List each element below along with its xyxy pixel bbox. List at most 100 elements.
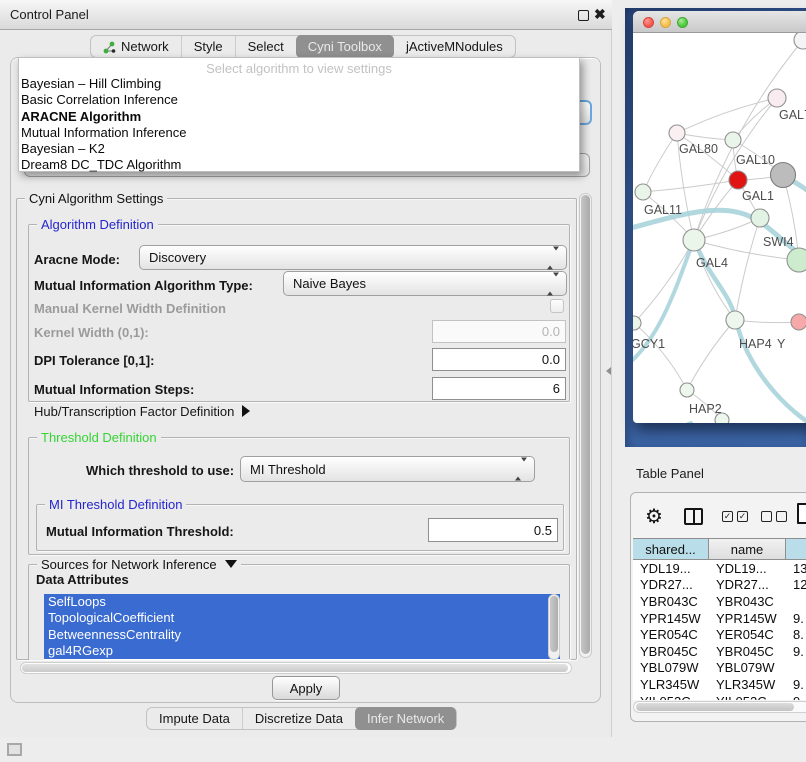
table-cell: YBL079W <box>709 660 786 675</box>
algorithm-option[interactable]: ARACNE Algorithm <box>19 109 579 125</box>
mi-steps-field[interactable]: 6 <box>432 377 566 400</box>
manual-kernel-label: Manual Kernel Width Definition <box>34 301 226 316</box>
select-all-checkbox-icon[interactable]: ✓ <box>722 511 733 522</box>
mi-threshold-field[interactable]: 0.5 <box>428 518 558 542</box>
table-row[interactable]: YER054CYER054C8. <box>633 626 806 643</box>
zoom-traffic-light-icon[interactable] <box>677 17 688 28</box>
network-edge[interactable] <box>687 320 735 390</box>
network-edge[interactable] <box>643 180 738 192</box>
column-header-shared-name[interactable]: shared... <box>633 538 709 560</box>
table-row[interactable]: YDL19...YDL19...13 <box>633 560 806 577</box>
expanded-arrow-icon <box>225 560 237 568</box>
deselect-all-checkbox-icon[interactable] <box>761 511 772 522</box>
network-node[interactable] <box>794 33 806 49</box>
bottom-left-grip-icon[interactable] <box>7 743 22 756</box>
mi-steps-label: Mutual Information Steps: <box>34 382 194 397</box>
which-threshold-combo[interactable]: MI Threshold <box>240 456 535 482</box>
table-row[interactable]: YDR27...YDR27...12 <box>633 577 806 594</box>
tab-impute-data[interactable]: Impute Data <box>147 708 242 729</box>
column-header-partial[interactable] <box>786 538 806 560</box>
deselect-all-checkbox-icon[interactable] <box>776 511 787 522</box>
algorithm-option[interactable]: Mutual Information Inference <box>19 125 579 141</box>
algorithm-option[interactable]: Bayesian – K2 <box>19 141 579 157</box>
network-node-gal80[interactable] <box>669 125 685 141</box>
data-attribute-item[interactable]: BetweennessCentrality <box>44 627 560 643</box>
float-window-icon[interactable] <box>578 10 589 21</box>
aracne-mode-label: Aracne Mode: <box>34 252 120 267</box>
hub-definition-expander[interactable]: Hub/Transcription Factor Definition <box>34 404 250 419</box>
settings-vertical-scrollbar-thumb[interactable] <box>581 195 590 654</box>
select-all-checkbox-icon[interactable]: ✓ <box>737 511 748 522</box>
network-edge[interactable] <box>677 98 777 133</box>
settings-vertical-scrollbar[interactable] <box>579 193 592 658</box>
table-row[interactable]: YBR045CYBR045C9. <box>633 643 806 660</box>
algorithm-option[interactable]: Bayesian – Hill Climbing <box>19 76 579 92</box>
tab-network[interactable]: Network <box>91 36 181 57</box>
tab-jactivemnodules[interactable]: jActiveMNodules <box>394 36 515 57</box>
network-node[interactable] <box>729 171 747 189</box>
network-node-gal10[interactable] <box>725 132 741 148</box>
network-node-gal4[interactable] <box>683 229 705 251</box>
apply-button[interactable]: Apply <box>272 676 340 700</box>
network-node-hap4[interactable] <box>726 311 744 329</box>
tab-select[interactable]: Select <box>235 36 296 57</box>
table-settings-gear-icon[interactable]: ⚙ <box>645 504 663 529</box>
network-node-swi4[interactable] <box>787 248 806 272</box>
network-edge[interactable] <box>735 320 799 323</box>
attributes-scrollbar-thumb[interactable] <box>550 596 558 652</box>
table-horizontal-scrollbar[interactable] <box>633 701 806 713</box>
close-traffic-light-icon[interactable] <box>643 17 654 28</box>
network-edge[interactable] <box>735 218 760 320</box>
tab-cyni-toolbox[interactable]: Cyni Toolbox <box>296 35 394 58</box>
export-table-icon[interactable] <box>797 503 806 524</box>
tab-infer-network[interactable]: Infer Network <box>355 707 456 730</box>
tab-discretize-data[interactable]: Discretize Data <box>242 708 355 729</box>
dpi-tolerance-field[interactable]: 0.0 <box>432 348 566 371</box>
table-cell: YDL19... <box>709 561 786 576</box>
network-node-gal11[interactable] <box>635 184 651 200</box>
table-row[interactable]: YIL052CYIL052C9. <box>633 693 806 700</box>
table-row[interactable]: YBL079WYBL079W <box>633 660 806 677</box>
table-cell: 9. <box>786 611 806 626</box>
algorithm-dropdown-list: Select algorithm to view settings Bayesi… <box>18 57 580 172</box>
network-window-titlebar[interactable] <box>633 11 806 33</box>
table-horizontal-scrollbar-thumb[interactable] <box>636 703 794 711</box>
aracne-mode-combo[interactable]: Discovery <box>139 245 567 270</box>
table-panel-title: Table Panel <box>636 466 704 481</box>
algorithm-option[interactable]: Dream8 DC_TDC Algorithm <box>19 157 579 173</box>
tab-label: Cyni Toolbox <box>308 39 382 54</box>
network-edge[interactable] <box>634 323 687 390</box>
network-window[interactable]: GAL7GAL80GAL10GAL11GAL1SWI4GAL4GCY1HAP4Y… <box>633 11 806 423</box>
network-node-gal7[interactable] <box>768 89 786 107</box>
kernel-width-field[interactable]: 0.0 <box>432 320 566 343</box>
sources-title[interactable]: Sources for Network Inference <box>37 557 241 572</box>
network-node-gal1[interactable] <box>751 209 769 227</box>
attributes-scrollbar[interactable] <box>548 594 560 660</box>
table-row[interactable]: YBR043CYBR043C <box>633 593 806 610</box>
combo-arrows-icon <box>515 462 527 477</box>
data-attribute-item[interactable]: TopologicalCoefficient <box>44 610 560 626</box>
tab-style[interactable]: Style <box>181 36 235 57</box>
data-attribute-item[interactable]: gal4RGexp <box>44 643 560 659</box>
table-row[interactable]: YLR345WYLR345W9. <box>633 676 806 693</box>
tab-label: Style <box>194 39 223 54</box>
mi-type-combo[interactable]: Naive Bayes <box>283 271 567 296</box>
table-row[interactable]: YPR145WYPR145W9. <box>633 610 806 627</box>
network-node-hap2[interactable] <box>680 383 694 397</box>
control-panel-titlebar: Control Panel ✖ <box>0 0 612 30</box>
settings-horizontal-scrollbar[interactable] <box>20 662 572 674</box>
manual-kernel-checkbox[interactable] <box>550 299 564 313</box>
panel-divider-arrow[interactable] <box>606 367 611 375</box>
tab-label: Network <box>121 39 169 54</box>
column-layout-icon[interactable] <box>684 508 703 525</box>
close-icon[interactable]: ✖ <box>594 6 606 23</box>
network-edge[interactable] <box>643 133 677 192</box>
minimize-traffic-light-icon[interactable] <box>660 17 671 28</box>
column-header-name[interactable]: name <box>709 538 786 560</box>
algorithm-option[interactable]: Basic Correlation Inference <box>19 92 579 108</box>
table-cell: YPR145W <box>709 611 786 626</box>
network-node-y[interactable] <box>791 314 806 330</box>
network-canvas[interactable]: GAL7GAL80GAL10GAL11GAL1SWI4GAL4GCY1HAP4Y… <box>633 33 806 423</box>
data-attribute-item[interactable]: SelfLoops <box>44 594 560 610</box>
settings-horizontal-scrollbar-thumb[interactable] <box>22 664 568 672</box>
